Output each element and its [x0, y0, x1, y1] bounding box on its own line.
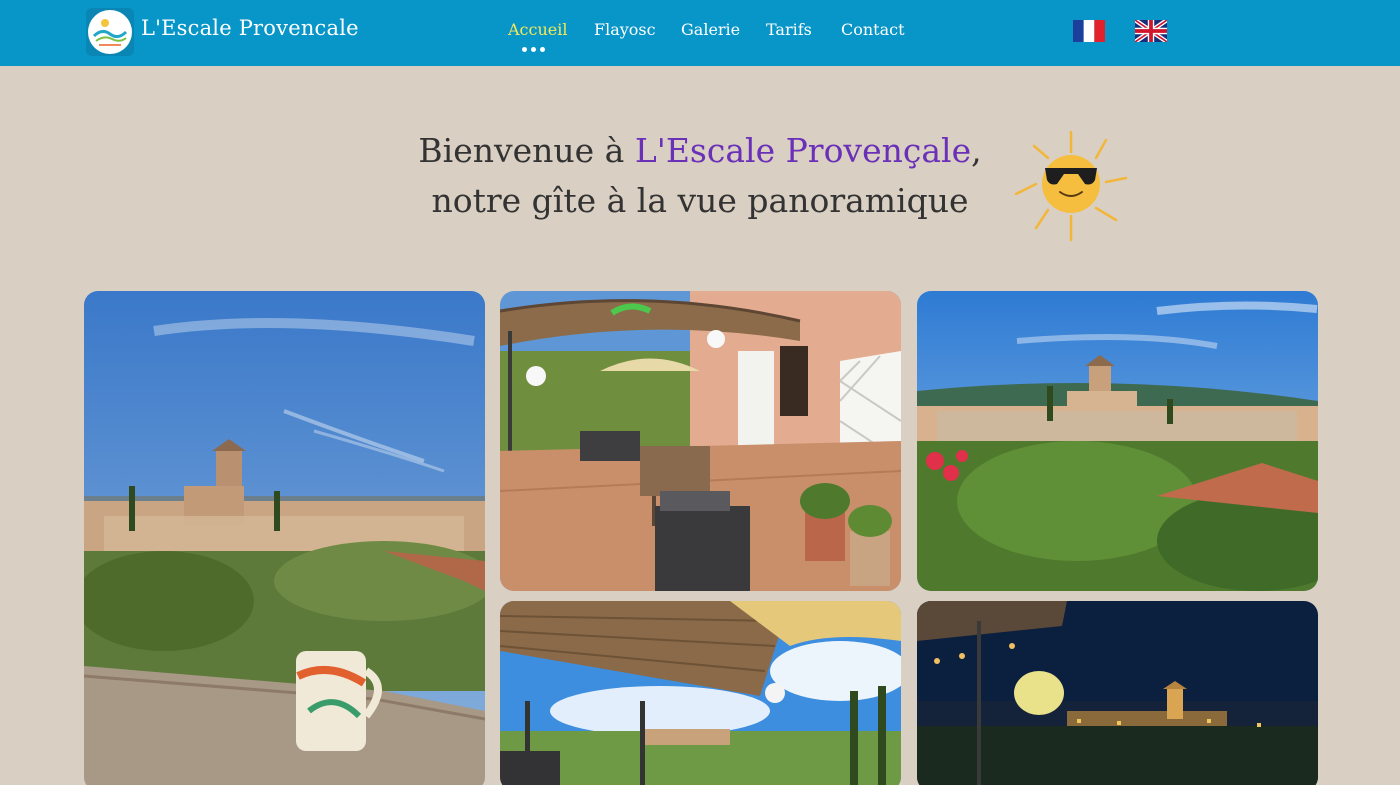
hero-title-line-2: notre gîte à la vue panoramique — [431, 181, 969, 220]
nav-item-galerie[interactable]: Galerie — [681, 20, 740, 39]
gallery-photo-night[interactable] — [917, 601, 1318, 785]
hero-title-line-1: Bienvenue à L'Escale Provençale, — [0, 131, 1400, 170]
terrace-patio-photo — [500, 291, 901, 591]
language-french-button[interactable] — [1073, 20, 1105, 42]
nav-item-label: Galerie — [681, 20, 741, 39]
village-view-with-mug-photo — [84, 291, 485, 785]
nav-item-accueil[interactable]: Accueil — [508, 20, 568, 52]
site-logo[interactable] — [86, 8, 134, 56]
village-by-night-photo — [917, 601, 1318, 785]
pergola-view-photo — [500, 601, 901, 785]
french-flag-icon — [1073, 20, 1105, 42]
escale-provencale-logo-icon — [88, 10, 132, 54]
nav-item-label: Flayosc — [594, 20, 656, 39]
gallery-photo-terrace[interactable] — [500, 291, 901, 591]
hero-title-prefix: Bienvenue à — [418, 131, 635, 170]
hero-brand-name: L'Escale Provençale — [634, 131, 972, 170]
nav-item-label: Contact — [841, 20, 905, 39]
hero-title-suffix: , — [971, 131, 982, 170]
gallery-photo-pergola[interactable] — [500, 601, 901, 785]
gallery-photo-village-panorama[interactable] — [917, 291, 1318, 591]
site-title[interactable]: L'Escale Provencale — [141, 16, 359, 40]
top-navigation-bar: L'Escale Provencale Accueil Flayosc Gale… — [0, 0, 1400, 66]
nav-item-flayosc[interactable]: Flayosc — [594, 20, 656, 39]
nav-item-label: Tarifs — [766, 20, 812, 39]
flayosc-village-panorama-photo — [917, 291, 1318, 591]
active-indicator-dots-icon — [522, 47, 550, 53]
gallery-photo-village-with-mug[interactable] — [84, 291, 485, 785]
nav-item-tarifs[interactable]: Tarifs — [766, 20, 812, 39]
uk-flag-icon — [1135, 20, 1167, 42]
nav-item-contact[interactable]: Contact — [841, 20, 905, 39]
nav-item-label: Accueil — [508, 20, 568, 39]
sun-with-sunglasses-icon — [1012, 124, 1130, 248]
language-english-button[interactable] — [1135, 20, 1167, 42]
